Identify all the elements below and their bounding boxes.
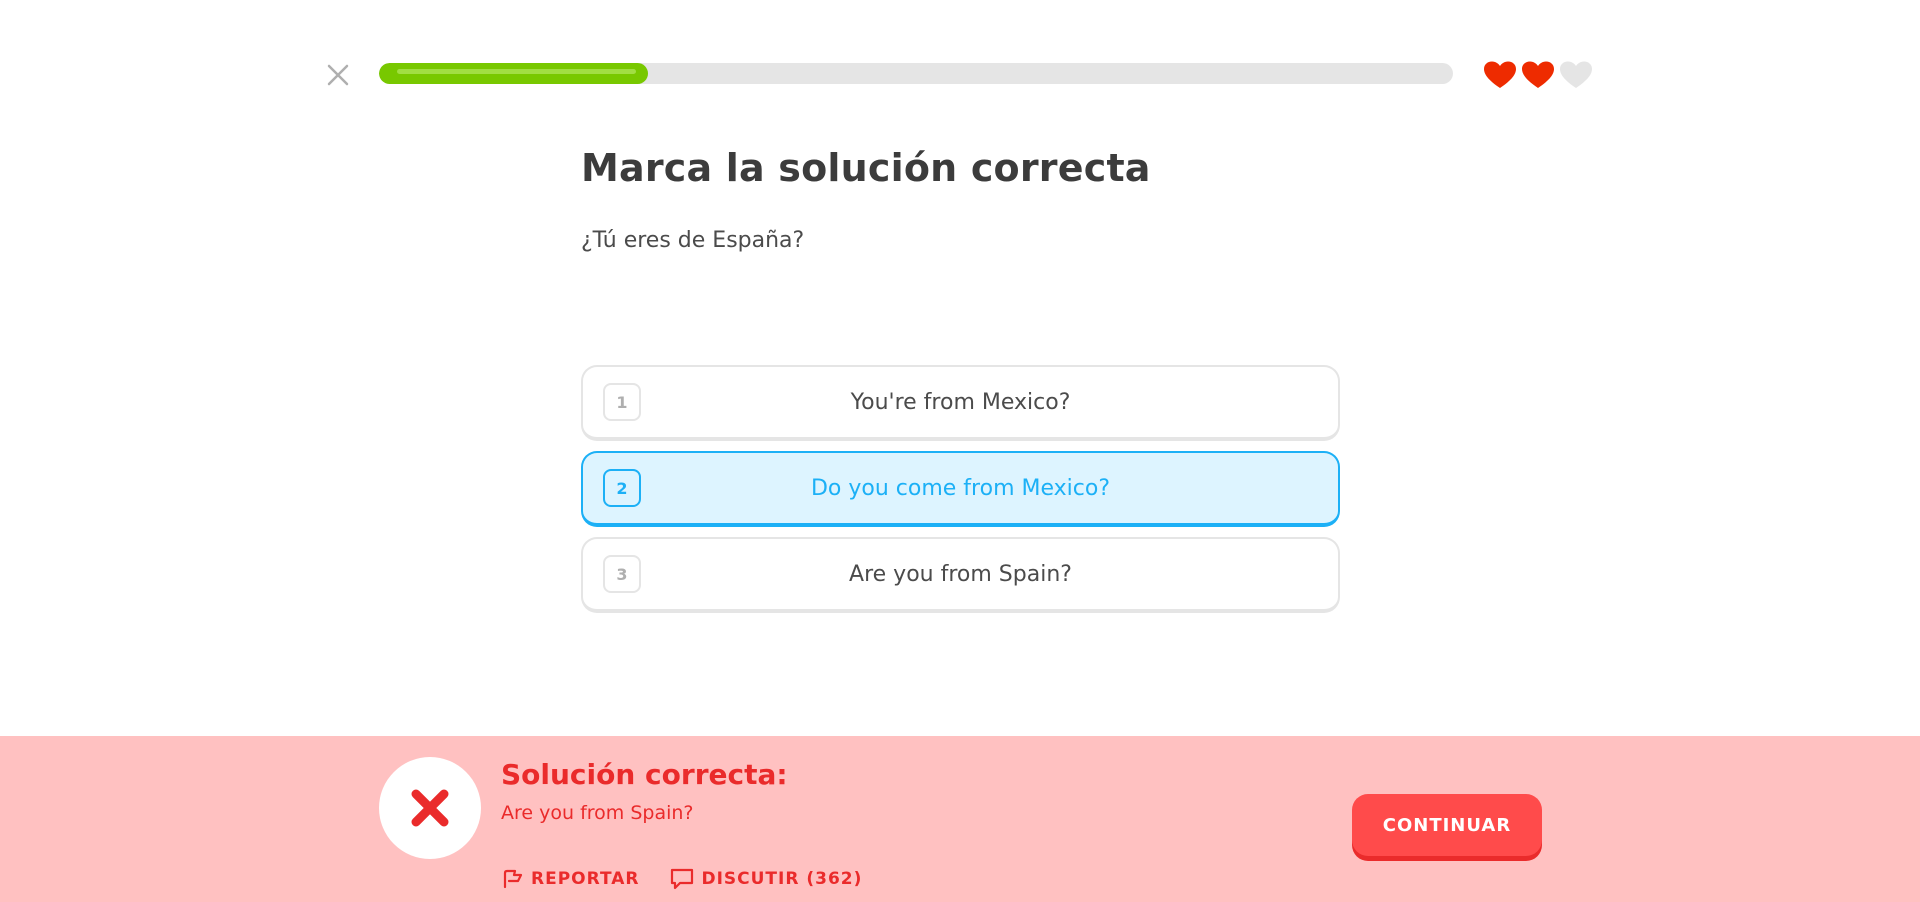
report-label: REPORTAR	[531, 869, 640, 889]
discuss-label: DISCUTIR (362)	[701, 869, 863, 889]
heart-full-icon	[1484, 61, 1516, 88]
lesson-page: Marca la solución correcta ¿Tú eres de E…	[0, 0, 1920, 902]
progress-bar	[379, 63, 1453, 84]
heart-full-icon	[1522, 61, 1554, 88]
answer-options: 1 You're from Mexico? 2 Do you come from…	[581, 365, 1340, 623]
report-button[interactable]: REPORTAR	[501, 867, 639, 891]
close-icon	[327, 64, 349, 86]
flag-icon	[503, 869, 523, 889]
option-number: 3	[603, 555, 641, 593]
feedback-title: Solución correcta:	[501, 758, 788, 791]
continue-button[interactable]: CONTINUAR	[1352, 794, 1542, 856]
option-number: 1	[603, 383, 641, 421]
correct-answer-text: Are you from Spain?	[501, 802, 694, 824]
answer-option-1[interactable]: 1 You're from Mexico?	[581, 365, 1340, 441]
comment-icon	[671, 868, 694, 890]
answer-option-2[interactable]: 2 Do you come from Mexico?	[581, 451, 1340, 527]
challenge-prompt: ¿Tú eres de España?	[581, 228, 805, 253]
option-number: 2	[603, 469, 641, 507]
progress-fill	[379, 63, 648, 84]
feedback-actions: REPORTAR DISCUTIR (362)	[501, 867, 862, 891]
wrong-x-icon	[411, 789, 449, 827]
incorrect-badge	[379, 757, 481, 859]
close-button[interactable]	[323, 60, 353, 90]
challenge-title: Marca la solución correcta	[581, 146, 1151, 190]
discuss-button[interactable]: DISCUTIR (362)	[669, 867, 862, 891]
option-label: Do you come from Mexico?	[810, 475, 1110, 501]
option-label: You're from Mexico?	[850, 389, 1071, 415]
answer-option-3[interactable]: 3 Are you from Spain?	[581, 537, 1340, 613]
heart-empty-icon	[1560, 61, 1592, 88]
lives-indicator	[1483, 60, 1593, 90]
feedback-panel: Solución correcta: Are you from Spain? R…	[0, 736, 1920, 902]
option-label: Are you from Spain?	[849, 561, 1072, 587]
progress-shine	[397, 69, 636, 74]
